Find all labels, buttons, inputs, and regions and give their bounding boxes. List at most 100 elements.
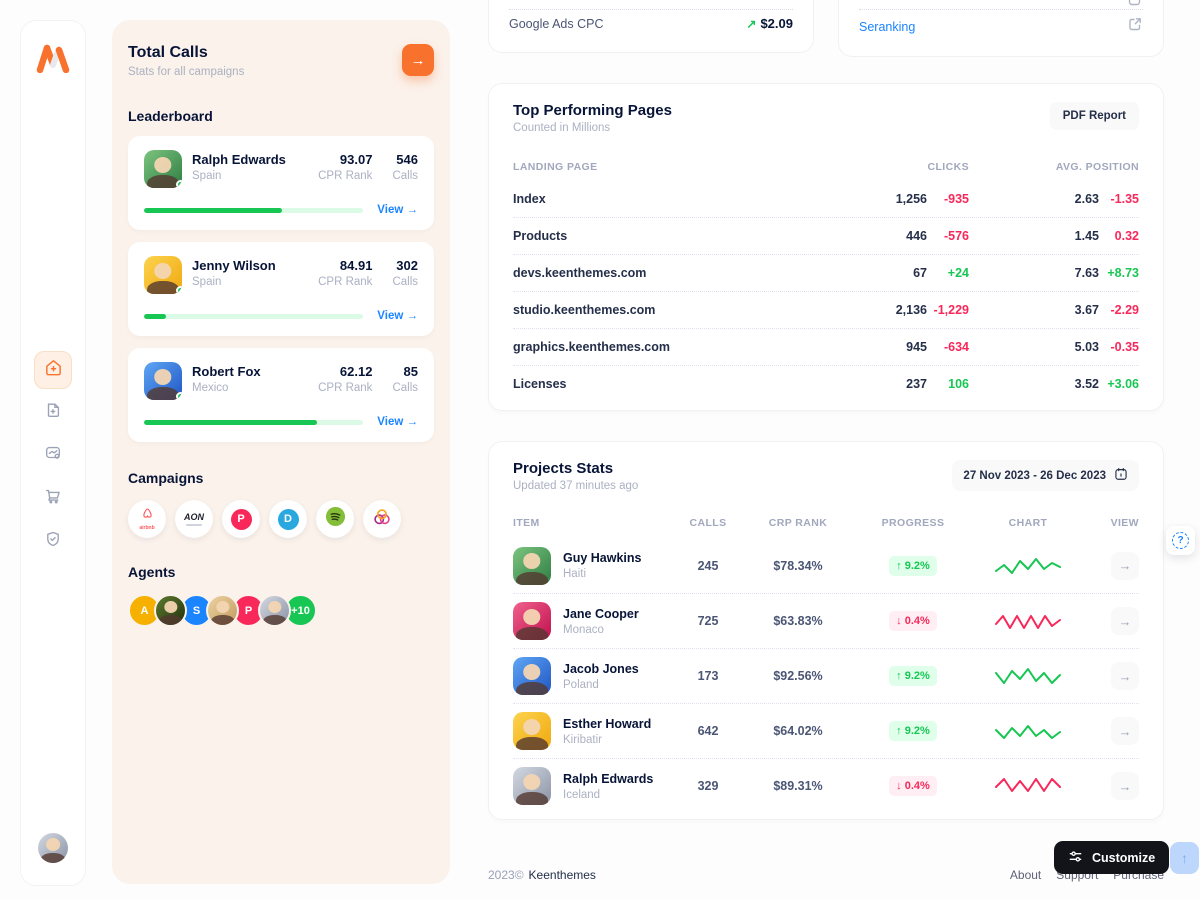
clicks-cell: 2,136 [837,303,927,317]
clicks-delta-cell: -576 [927,229,969,243]
leader-name: Robert Fox [192,364,298,379]
sidebar-item-home[interactable] [34,351,72,389]
shield-check-icon [44,530,62,553]
row-view-button[interactable]: → [1111,717,1139,745]
leaderboard-card: Jenny Wilson Spain 84.91CPR Rank 302Call… [128,242,434,336]
calls-cell: 725 [673,614,743,628]
crp-rank-cell: $64.02% [743,724,853,738]
leader-name: Jenny Wilson [192,258,298,273]
column-calls: CALLS [673,517,743,529]
disqus-icon: D [278,509,299,530]
trefoil-rings-icon [372,507,392,532]
crp-rank-cell: $63.83% [743,614,853,628]
campaign-trefoil[interactable] [363,500,401,538]
row-view-button[interactable]: → [1111,607,1139,635]
project-name: Ralph Edwards [563,772,653,786]
total-calls-panel: Total Calls Stats for all campaigns → Le… [112,20,450,884]
leader-avatar [144,362,182,400]
position-delta-cell: +3.06 [1099,377,1139,391]
help-button[interactable]: ? [1166,526,1195,555]
sidebar-item-shop[interactable] [34,480,72,518]
clicks-cell: 237 [837,377,927,391]
sidebar-item-files[interactable] [34,394,72,432]
metronic-logo-icon [36,43,70,78]
panel-arrow-button[interactable]: → [402,44,434,76]
campaigns-title: Campaigns [128,470,434,486]
project-row: Ralph Edwards Iceland 329 $89.31% ↓ 0.4%… [513,758,1139,813]
project-country: Haiti [563,568,642,580]
position-delta-cell: 0.32 [1099,229,1139,243]
leader-rank: 93.07CPR Rank [318,150,372,182]
column-landing-page: LANDING PAGE [513,161,837,173]
date-range-label: 27 Nov 2023 - 26 Dec 2023 [963,470,1106,482]
row-view-button[interactable]: → [1111,772,1139,800]
card-header-text: Top Performing Pages Counted in Millions [513,102,672,134]
keenthemes-link[interactable]: Keenthemes [529,868,596,882]
position-cell: 7.63 [969,266,1099,280]
landing-page-cell: studio.keenthemes.com [513,303,837,317]
footer-link-about[interactable]: About [1010,868,1041,882]
panel-title: Total Calls [128,44,390,62]
leaderboard-card: Ralph Edwards Spain 93.07CPR Rank 546Cal… [128,136,434,230]
progress-badge: ↓ 0.4% [889,776,937,796]
file-plus-icon [44,401,62,424]
agent-avatar[interactable] [206,594,239,627]
clicks-cell: 945 [837,340,927,354]
main-content: Google Ads CPC ↗$2.09 Seranking [488,0,1164,882]
trend-up-icon: ↗ [746,17,756,31]
column-item: ITEM [513,517,673,529]
crp-rank-cell: $89.31% [743,779,853,793]
position-cell: 3.52 [969,377,1099,391]
progress-bar [144,420,363,425]
table-row: Licenses 237 106 3.52 +3.06 [513,365,1139,402]
projects-table-header: ITEM CALLS CRP RANK PROGRESS CHART VIEW [513,508,1139,538]
leader-name: Ralph Edwards [192,152,298,167]
customize-button[interactable]: Customize [1054,841,1169,874]
project-name: Esther Howard [563,717,651,731]
picsart-icon: P [231,509,252,530]
position-delta-cell: -2.29 [1099,303,1139,317]
dotted-divider [859,9,1143,10]
agent-avatar[interactable] [258,594,291,627]
card-title: Top Performing Pages [513,102,672,119]
campaign-airbnb[interactable]: airbnb [128,500,166,538]
customize-label: Customize [1092,851,1155,865]
pdf-report-button[interactable]: PDF Report [1050,102,1139,130]
landing-page-cell: devs.keenthemes.com [513,266,837,280]
campaign-picsart[interactable]: P [222,500,260,538]
view-link[interactable]: View → [377,416,418,428]
top-stat-cards: Google Ads CPC ↗$2.09 Seranking [488,0,1164,57]
clicks-cell: 446 [837,229,927,243]
campaign-disqus[interactable]: D [269,500,307,538]
sidebar-item-security[interactable] [34,523,72,561]
project-avatar [513,602,551,640]
project-country: Kiribatir [563,734,651,746]
project-country: Monaco [563,624,639,636]
online-dot [176,286,182,294]
user-avatar[interactable] [38,833,68,863]
clicks-delta-cell: -1,229 [927,303,969,317]
clicks-delta-cell: -935 [927,192,969,206]
table-row: graphics.keenthemes.com 945 -634 5.03 -0… [513,328,1139,365]
campaign-aon[interactable]: AON [175,500,213,538]
column-view: VIEW [1083,517,1139,529]
agent-avatar[interactable] [154,594,187,627]
external-link-icon[interactable] [1127,16,1143,37]
row-view-button[interactable]: → [1111,662,1139,690]
arrow-right-icon: → [411,52,426,69]
card-header-text: Projects Stats Updated 37 minutes ago [513,460,638,492]
progress-bar [144,208,363,213]
home-icon [44,358,63,382]
view-link[interactable]: View → [377,310,418,322]
date-range-picker[interactable]: 27 Nov 2023 - 26 Dec 2023 [952,460,1139,491]
leader-country: Spain [192,276,298,288]
scroll-to-top-button[interactable]: ↑ [1170,842,1199,874]
view-link[interactable]: View → [377,204,418,216]
campaign-logos: airbnb AON P D [128,500,434,538]
clicks-cell: 67 [837,266,927,280]
project-avatar [513,712,551,750]
campaign-spotify[interactable] [316,500,354,538]
row-view-button[interactable]: → [1111,552,1139,580]
sidebar-item-analytics[interactable] [34,437,72,475]
seranking-link[interactable]: Seranking [859,20,915,34]
